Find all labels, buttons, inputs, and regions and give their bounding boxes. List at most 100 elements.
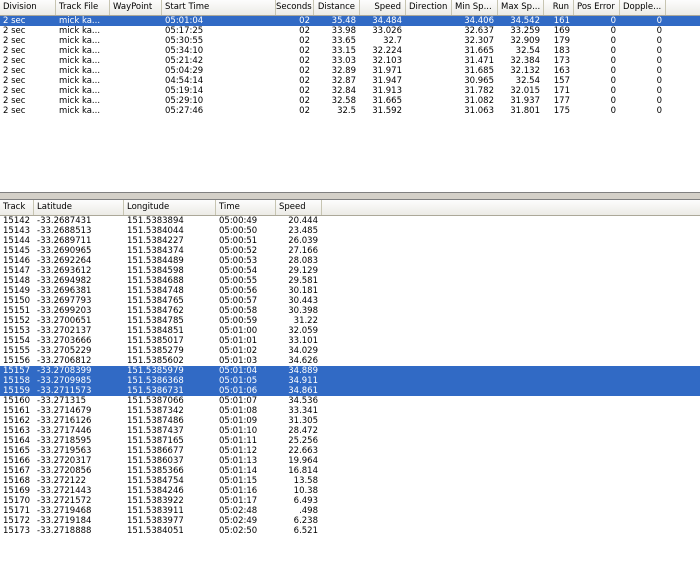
col-waypoint[interactable]: WayPoint bbox=[110, 0, 162, 15]
track-point-row[interactable]: 15168 -33.272122 151.5384754 05:01:15 13.58 bbox=[0, 476, 700, 486]
division-row[interactable]: 2 sec mick ka... 05:21:42 02 33.03 32.103 31.4… bbox=[0, 56, 700, 66]
division-row[interactable]: 2 sec mick ka... 05:01:04 02 35.48 34.484 34.4… bbox=[0, 16, 700, 26]
track-point-row[interactable]: 15142 -33.2687431 151.5383894 05:00:49 20.44… bbox=[0, 216, 700, 226]
col-pos-error[interactable]: Pos Error bbox=[574, 0, 620, 15]
division-row[interactable]: 2 sec mick ka... 05:19:14 02 32.84 31.913 31.7… bbox=[0, 86, 700, 96]
track-point-row[interactable]: 15150 -33.2697793 151.5384765 05:00:57 30.44… bbox=[0, 296, 700, 306]
cell-speed: 32.7 bbox=[383, 36, 402, 46]
cell-longitude: 151.5387437 bbox=[127, 426, 184, 436]
cell-start-time: 05:27:46 bbox=[165, 106, 204, 116]
col-latitude[interactable]: Latitude bbox=[34, 200, 124, 215]
track-point-row[interactable]: 15146 -33.2692264 151.5384489 05:00:53 28.08… bbox=[0, 256, 700, 266]
col-speed[interactable]: Speed bbox=[276, 200, 322, 215]
cell-speed: 34.484 bbox=[372, 16, 402, 26]
cell-max-speed: 32.54 bbox=[515, 76, 540, 86]
track-point-row[interactable]: 15165 -33.2719563 151.5386677 05:01:12 22.66… bbox=[0, 446, 700, 456]
track-point-row[interactable]: 15170 -33.2721572 151.5383922 05:01:17 6.493 bbox=[0, 496, 700, 506]
track-point-row[interactable]: 15166 -33.2720317 151.5386037 05:01:13 19.96… bbox=[0, 456, 700, 466]
cell-pos-error: 0 bbox=[610, 106, 616, 116]
track-point-row[interactable]: 15143 -33.2688513 151.5384044 05:00:50 23.48… bbox=[0, 226, 700, 236]
division-row[interactable]: 2 sec mick ka... 04:54:14 02 32.87 31.947 30.9… bbox=[0, 76, 700, 86]
track-point-row[interactable]: 15149 -33.2696381 151.5384748 05:00:56 30.18… bbox=[0, 286, 700, 296]
track-point-row[interactable]: 15159 -33.2711573 151.5386731 05:01:06 34.86… bbox=[0, 386, 700, 396]
col-run[interactable]: Run bbox=[544, 0, 574, 15]
cell-time: 05:02:50 bbox=[219, 526, 258, 536]
col-min-speed[interactable]: Min Sp... bbox=[452, 0, 498, 15]
col-track[interactable]: Track bbox=[0, 200, 34, 215]
cell-track-file: mick ka... bbox=[59, 56, 101, 66]
track-point-row[interactable]: 15169 -33.2721443 151.5384246 05:01:16 10.38 bbox=[0, 486, 700, 496]
division-row[interactable]: 2 sec mick ka... 05:04:29 02 32.89 31.971 31.6… bbox=[0, 66, 700, 76]
track-point-row[interactable]: 15160 -33.271315 151.5387066 05:01:07 34.536 bbox=[0, 396, 700, 406]
cell-direction bbox=[406, 106, 452, 116]
track-point-row[interactable]: 15151 -33.2699203 151.5384762 05:00:58 30.39… bbox=[0, 306, 700, 316]
cell-longitude: 151.5384762 bbox=[127, 306, 184, 316]
track-point-row[interactable]: 15145 -33.2690965 151.5384374 05:00:52 27.16… bbox=[0, 246, 700, 256]
division-row[interactable]: 2 sec mick ka... 05:30:55 02 33.65 32.7 32.307… bbox=[0, 36, 700, 46]
divisions-list[interactable]: Division Track File WayPoint Start Time … bbox=[0, 0, 700, 192]
pane-splitter[interactable] bbox=[0, 192, 700, 200]
cell-direction bbox=[406, 46, 452, 56]
cell-time: 05:00:49 bbox=[219, 216, 258, 226]
cell-longitude: 151.5383911 bbox=[127, 506, 184, 516]
cell-distance: 32.58 bbox=[331, 96, 356, 106]
cell-track: 15143 bbox=[3, 226, 31, 236]
track-point-row[interactable]: 15163 -33.2717446 151.5387437 05:01:10 28.47… bbox=[0, 426, 700, 436]
col-doppler[interactable]: Dopple... bbox=[620, 0, 666, 15]
cell-max-speed: 32.132 bbox=[510, 66, 540, 76]
cell-track: 15146 bbox=[3, 256, 31, 266]
cell-max-speed: 33.259 bbox=[510, 26, 540, 36]
col-start-time[interactable]: Start Time bbox=[162, 0, 276, 15]
col-division[interactable]: Division bbox=[0, 0, 56, 15]
col-seconds[interactable]: Seconds bbox=[276, 0, 314, 15]
cell-latitude: -33.2705229 bbox=[37, 346, 92, 356]
cell-start-time: 04:54:14 bbox=[165, 76, 204, 86]
cell-longitude: 151.5384246 bbox=[127, 486, 184, 496]
track-point-row[interactable]: 15144 -33.2689711 151.5384227 05:00:51 26.03… bbox=[0, 236, 700, 246]
col-time[interactable]: Time bbox=[216, 200, 276, 215]
cell-track: 15144 bbox=[3, 236, 31, 246]
track-point-row[interactable]: 15152 -33.2700651 151.5384785 05:00:59 31.22 bbox=[0, 316, 700, 326]
col-direction[interactable]: Direction bbox=[406, 0, 452, 15]
cell-latitude: -33.2693612 bbox=[37, 266, 92, 276]
cell-speed: 31.971 bbox=[372, 66, 402, 76]
division-row[interactable]: 2 sec mick ka... 05:34:10 02 33.15 32.224 31.6… bbox=[0, 46, 700, 56]
track-point-row[interactable]: 15156 -33.2706812 151.5385602 05:01:03 34.62… bbox=[0, 356, 700, 366]
track-point-row[interactable]: 15167 -33.2720856 151.5385366 05:01:14 16.81… bbox=[0, 466, 700, 476]
cell-speed: 10.38 bbox=[293, 486, 318, 496]
division-row[interactable]: 2 sec mick ka... 05:27:46 02 32.5 31.592 31.06… bbox=[0, 106, 700, 116]
cell-longitude: 151.5385602 bbox=[127, 356, 184, 366]
cell-pos-error: 0 bbox=[610, 46, 616, 56]
track-point-row[interactable]: 15164 -33.2718595 151.5387165 05:01:11 25.25… bbox=[0, 436, 700, 446]
division-row[interactable]: 2 sec mick ka... 05:17:25 02 33.98 33.026 32.6… bbox=[0, 26, 700, 36]
col-speed[interactable]: Speed bbox=[360, 0, 406, 15]
track-point-row[interactable]: 15148 -33.2694982 151.5384688 05:00:55 29.58… bbox=[0, 276, 700, 286]
track-point-row[interactable]: 15161 -33.2714679 151.5387342 05:01:08 33.34… bbox=[0, 406, 700, 416]
col-track-file[interactable]: Track File bbox=[56, 0, 110, 15]
cell-seconds: 02 bbox=[299, 46, 310, 56]
col-longitude[interactable]: Longitude bbox=[124, 200, 216, 215]
cell-speed: 26.039 bbox=[288, 236, 318, 246]
cell-start-time: 05:01:04 bbox=[165, 16, 204, 26]
cell-distance: 33.65 bbox=[331, 36, 356, 46]
track-point-row[interactable]: 15158 -33.2709985 151.5386368 05:01:05 34.91… bbox=[0, 376, 700, 386]
cell-longitude: 151.5384598 bbox=[127, 266, 184, 276]
track-point-row[interactable]: 15154 -33.2703666 151.5385017 05:01:01 33.10… bbox=[0, 336, 700, 346]
cell-direction bbox=[406, 76, 452, 86]
track-point-row[interactable]: 15157 -33.2708399 151.5385979 05:01:04 34.88… bbox=[0, 366, 700, 376]
track-point-row[interactable]: 15172 -33.2719184 151.5383977 05:02:49 6.238 bbox=[0, 516, 700, 526]
track-point-row[interactable]: 15171 -33.2719468 151.5383911 05:02:48 .498 bbox=[0, 506, 700, 516]
division-row[interactable]: 2 sec mick ka... 05:29:10 02 32.58 31.665 31.0… bbox=[0, 96, 700, 106]
track-point-row[interactable]: 15173 -33.2718888 151.5384051 05:02:50 6.521 bbox=[0, 526, 700, 536]
cell-distance: 32.87 bbox=[331, 76, 356, 86]
track-point-row[interactable]: 15155 -33.2705229 151.5385279 05:01:02 34.02… bbox=[0, 346, 700, 356]
col-max-speed[interactable]: Max Sp... bbox=[498, 0, 544, 15]
cell-speed: 28.472 bbox=[288, 426, 318, 436]
track-point-row[interactable]: 15153 -33.2702137 151.5384851 05:01:00 32.05… bbox=[0, 326, 700, 336]
col-distance[interactable]: Distance bbox=[314, 0, 360, 15]
track-point-row[interactable]: 15162 -33.2716126 151.5387486 05:01:09 31.30… bbox=[0, 416, 700, 426]
track-points-list[interactable]: Track Latitude Longitude Time Speed 1514… bbox=[0, 200, 700, 564]
track-point-row[interactable]: 15147 -33.2693612 151.5384598 05:00:54 29.12… bbox=[0, 266, 700, 276]
cell-latitude: -33.2708399 bbox=[37, 366, 92, 376]
cell-track: 15148 bbox=[3, 276, 31, 286]
